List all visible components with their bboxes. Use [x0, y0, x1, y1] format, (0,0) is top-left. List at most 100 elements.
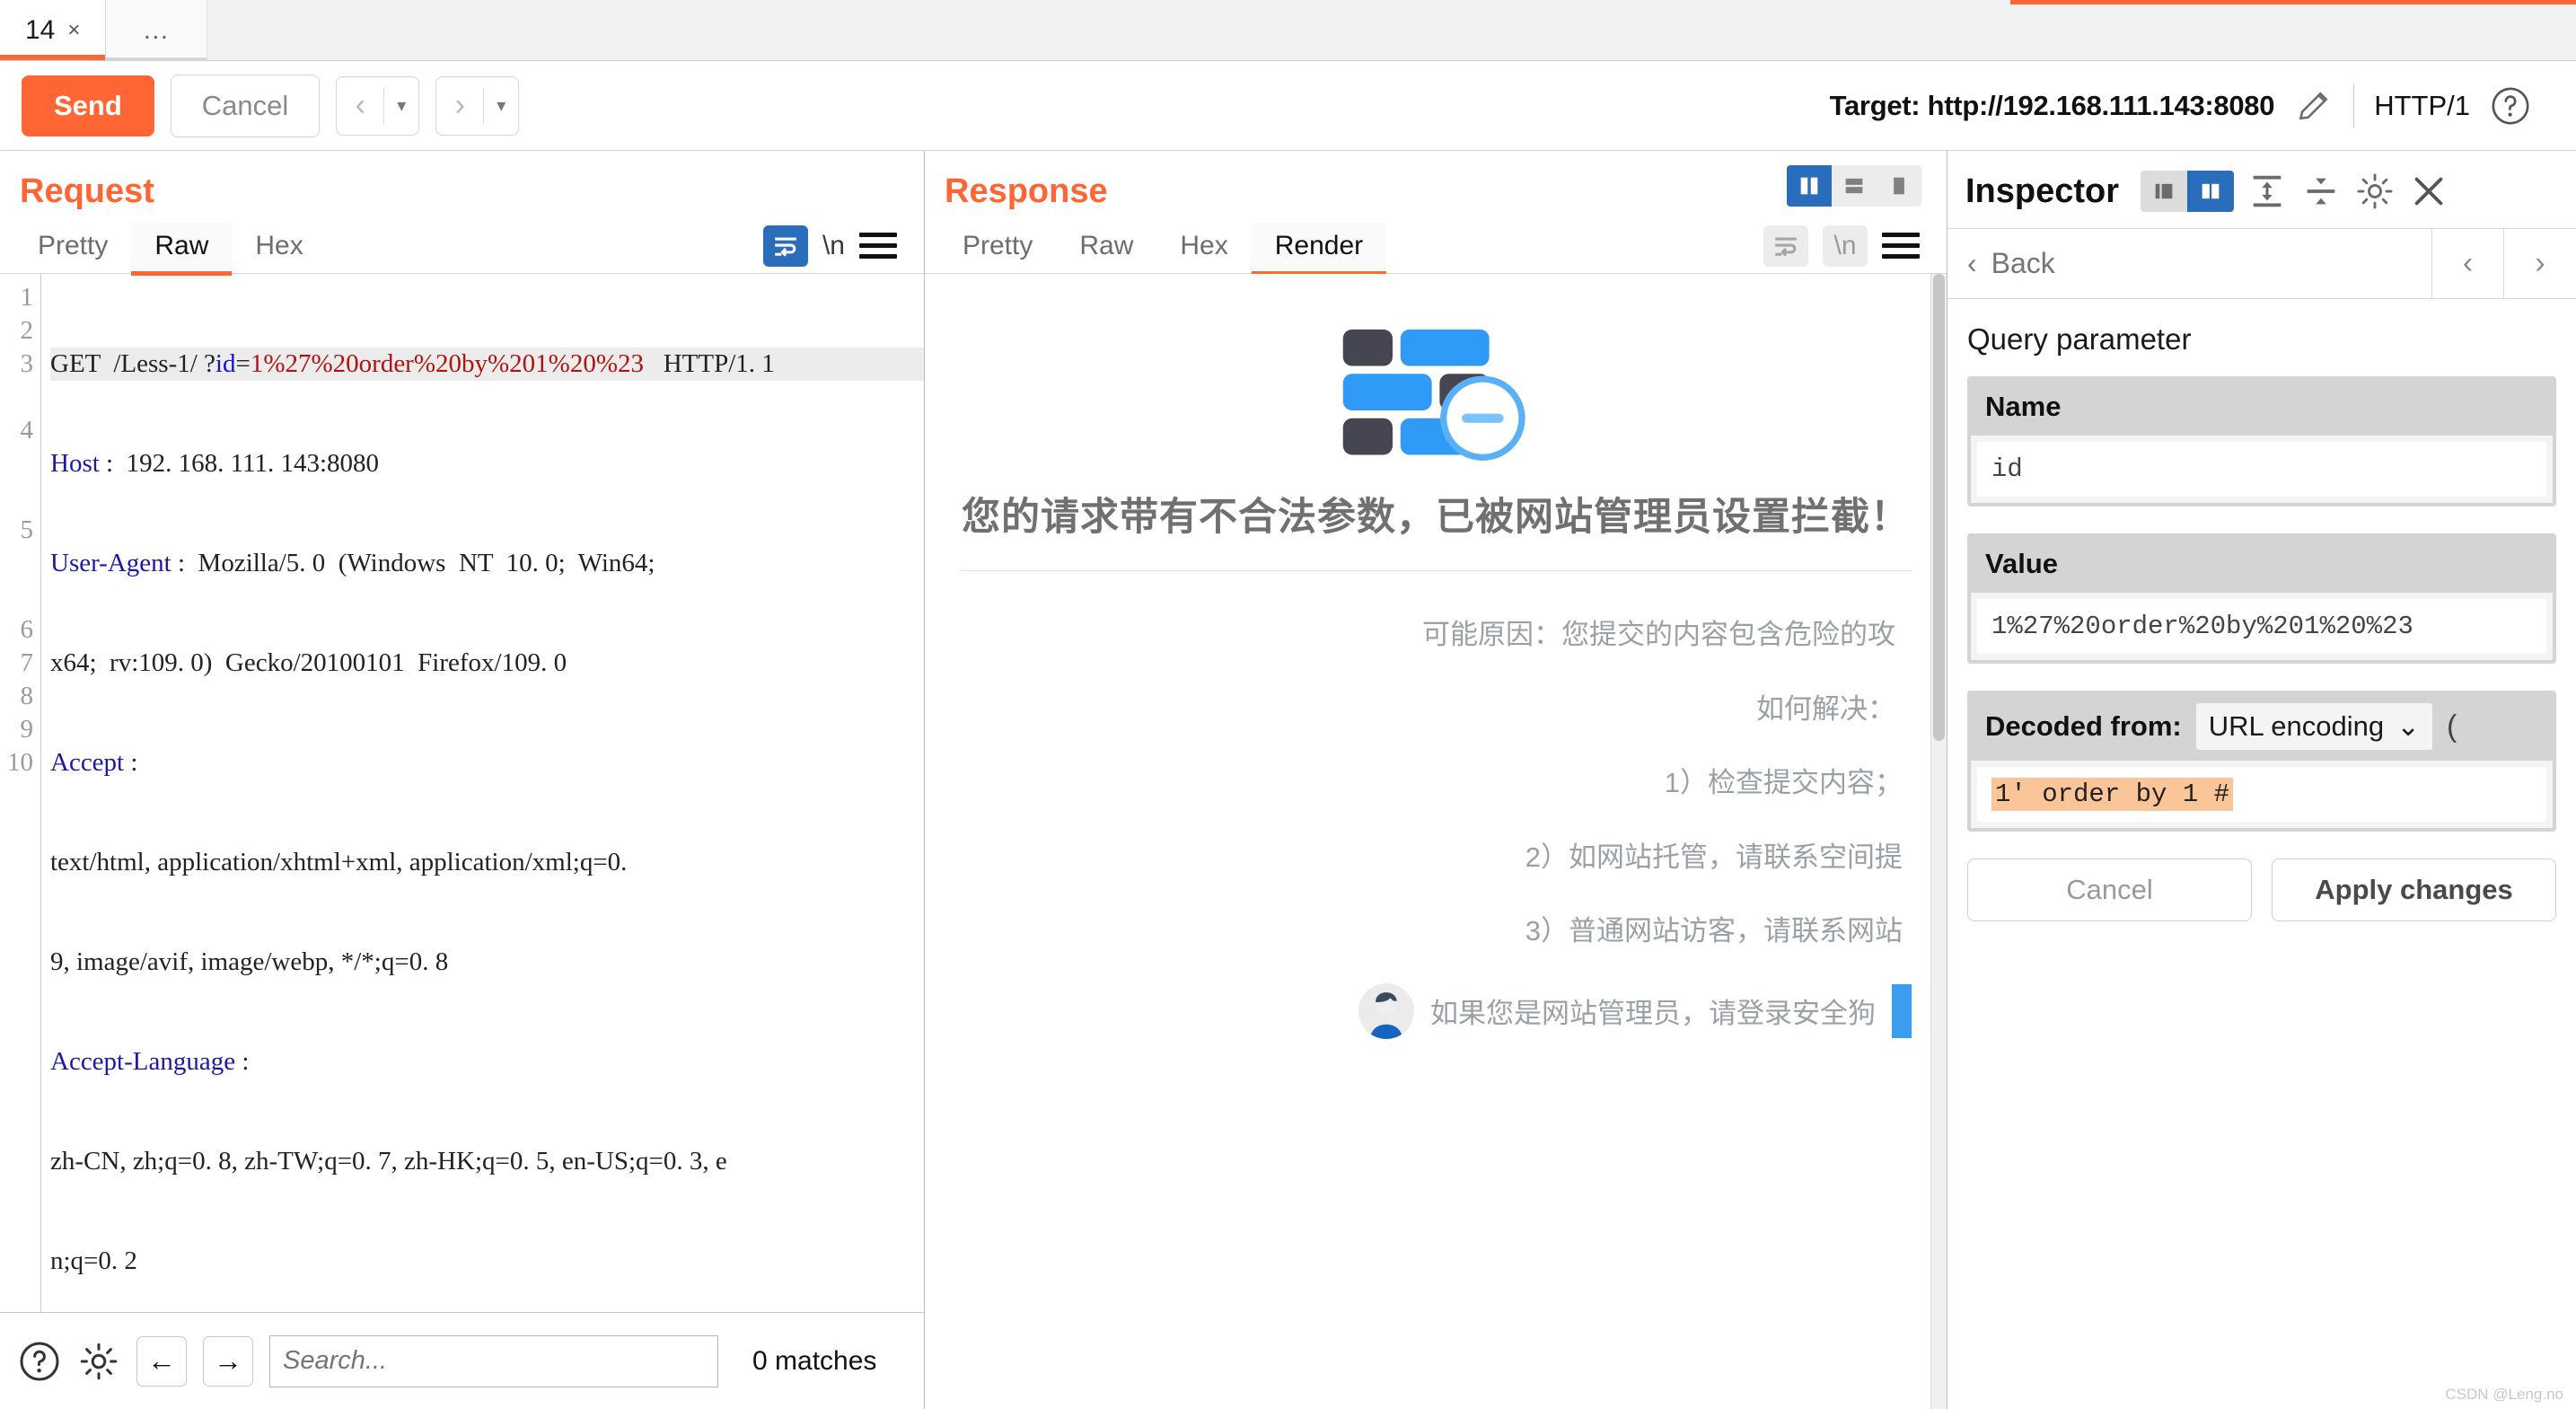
blocked-page: 您的请求带有不合法参数，已被网站管理员设置拦截！ 可能原因：您提交的内容包含危险… [925, 274, 1947, 1039]
chevron-down-icon[interactable]: ▾ [384, 77, 418, 135]
avatar [1358, 982, 1414, 1039]
code-line-wrap: zh-CN, zh;q=0. 8, zh-TW;q=0. 7, zh-HK;q=… [50, 1147, 727, 1176]
back-button[interactable]: ‹ Back [1947, 229, 2432, 298]
burp-repeater-window: 14 × … Send Cancel ‹ ▾ › ▾ Target: http:… [0, 0, 2576, 1409]
value-label: Value [1985, 548, 2058, 579]
list-item: 1）检查提交内容； [1664, 767, 1903, 799]
forward-history-button[interactable]: › ▾ [435, 75, 520, 136]
header-name: Accept [50, 748, 125, 777]
response-render-area: 您的请求带有不合法参数，已被网站管理员设置拦截！ 可能原因：您提交的内容包含危险… [925, 274, 1947, 1409]
response-scrollbar[interactable] [1930, 274, 1947, 1409]
decoded-input[interactable]: 1' order by 1 # [1977, 767, 2546, 822]
tab-pretty[interactable]: Pretty [14, 222, 131, 274]
back-history-button[interactable]: ‹ ▾ [336, 75, 420, 136]
query-param-name: id [215, 349, 236, 378]
inspector-body: Query parameter Name id Value 1%27%20ord… [1947, 299, 2576, 1409]
code-line-wrap: x64; rv:109. 0) Gecko/20100101 Firefox/1… [50, 648, 567, 677]
expand-icon[interactable] [2300, 171, 2342, 212]
chevron-down-icon[interactable]: ▾ [484, 77, 518, 135]
line-number: 4 [20, 416, 34, 445]
name-field-group: Name id [1967, 376, 2556, 506]
http-version-label[interactable]: HTTP/1 [2374, 90, 2470, 122]
inspector-nav-row: ‹ Back ‹ › [1947, 229, 2576, 299]
newline-icon[interactable]: \n [822, 231, 845, 261]
request-editor[interactable]: 1 2 3 4 5 6 7 8 9 10 GET /Less-1/ ?id=1%… [0, 274, 924, 1312]
request-path: /Less-1/ ? [100, 349, 215, 378]
line-number [0, 580, 40, 613]
value-input[interactable]: 1%27%20order%20by%201%20%23 [1977, 599, 2546, 654]
tab-raw[interactable]: Raw [1056, 222, 1156, 274]
apply-changes-button[interactable]: Apply changes [2272, 859, 2556, 921]
decoding-select-value: URL encoding [2208, 710, 2385, 742]
gear-icon[interactable] [77, 1340, 120, 1383]
send-button[interactable]: Send [22, 75, 154, 136]
layout-split-vertical-icon[interactable] [1787, 165, 1832, 207]
back-label: Back [1991, 247, 2055, 279]
line-number: 10 [7, 748, 33, 777]
newline-icon[interactable]: \n [1823, 225, 1868, 267]
word-wrap-icon[interactable] [762, 225, 808, 267]
close-icon[interactable] [2408, 171, 2449, 212]
tab-hex[interactable]: Hex [1156, 222, 1251, 274]
code-line-accept-language: Accept-Language : [50, 1045, 924, 1079]
panel-split-icon[interactable] [2187, 171, 2235, 212]
name-field-box: id [1971, 436, 2553, 503]
tab-pretty[interactable]: Pretty [939, 222, 1056, 274]
tab-14[interactable]: 14 × [0, 0, 107, 60]
tab-more-button[interactable]: … [106, 0, 208, 60]
chevron-left-icon: ‹ [355, 88, 365, 122]
layout-split-horizontal-icon[interactable] [1832, 165, 1877, 207]
collapse-icon[interactable] [2246, 171, 2288, 212]
chevron-left-icon: ‹ [1967, 247, 1977, 279]
decoded-field-box: 1' order by 1 # [1971, 761, 2553, 828]
word-wrap-icon[interactable] [1763, 225, 1808, 267]
request-code[interactable]: GET /Less-1/ ?id=1%27%20order%20by%201%2… [41, 274, 924, 1312]
watermark: CSDN @Leng.no [2445, 1386, 2563, 1403]
code-line-accept: Accept : [50, 746, 924, 779]
cancel-button[interactable]: Cancel [1967, 859, 2252, 921]
inspector-prev-button[interactable]: ‹ [2432, 229, 2504, 298]
find-prev-button[interactable]: ← [136, 1335, 187, 1387]
request-tools: \n [762, 225, 910, 267]
request-find-bar: ← → 0 matches [0, 1312, 924, 1409]
hamburger-icon[interactable] [859, 226, 897, 265]
tab-raw[interactable]: Raw [131, 221, 233, 276]
header-sep: : [171, 549, 198, 577]
tab-strip-accent [2010, 0, 2576, 4]
response-tab-row: Pretty Raw Hex Render \n [925, 218, 1947, 276]
firewall-block-icon [1342, 329, 1525, 461]
help-icon[interactable] [2490, 85, 2531, 127]
pencil-icon[interactable] [2294, 86, 2334, 126]
header-name: User-Agent [50, 549, 171, 577]
name-input[interactable]: id [1977, 442, 2546, 497]
line-number: 5 [20, 515, 34, 544]
tab-hex[interactable]: Hex [232, 222, 326, 274]
query-param-value: 1%27%20order%20by%201%20%23 [250, 349, 644, 378]
line-number: 9 [20, 715, 34, 744]
cancel-button[interactable]: Cancel [170, 74, 321, 137]
help-icon[interactable] [18, 1340, 61, 1383]
hamburger-icon[interactable] [1882, 226, 1920, 265]
find-next-button[interactable]: → [203, 1335, 253, 1387]
response-header: Response [925, 151, 1947, 218]
scrollbar-thumb[interactable] [1933, 274, 1945, 741]
line-number-gutter: 1 2 3 4 5 6 7 8 9 10 [0, 274, 41, 1312]
line-number [0, 447, 40, 480]
panel-left-icon[interactable] [2141, 171, 2188, 212]
close-icon[interactable]: × [67, 19, 80, 41]
decoding-select[interactable]: URL encoding ⌄ [2195, 703, 2433, 750]
line-number: 1 [20, 283, 34, 312]
search-input[interactable] [269, 1334, 718, 1387]
inspector-next-button[interactable]: › [2504, 229, 2576, 298]
request-title: Request [20, 172, 154, 210]
section-title: Query parameter [1967, 322, 2192, 356]
code-line-wrap: 9, image/avif, image/webp, */*;q=0. 8 [50, 947, 449, 976]
tab-strip: 14 × … [0, 0, 2576, 61]
layout-single-pane-icon[interactable] [1877, 165, 1921, 207]
decoded-field-group: Decoded from: URL encoding ⌄ ( 1' order … [1967, 691, 2556, 832]
target-label: Target: http://192.168.111.143:8080 [1829, 89, 2275, 121]
reason-line: 可能原因：您提交的内容包含危险的攻 [1422, 619, 1895, 651]
gear-icon[interactable] [2354, 171, 2396, 212]
tab-render[interactable]: Render [1251, 221, 1387, 276]
admin-notice-row: 如果您是网站管理员，请登录安全狗 [960, 969, 1912, 1039]
